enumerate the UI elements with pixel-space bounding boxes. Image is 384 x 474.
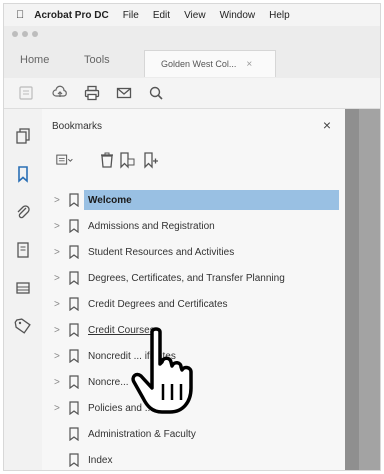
bookmark-label: Administration & Faculty xyxy=(88,428,196,440)
bookmark-item[interactable]: > Student Resources and Activities xyxy=(42,241,345,263)
hand-pointer-cursor-icon xyxy=(131,327,193,414)
tab-document-label: Golden West Col... xyxy=(161,59,237,69)
bookmark-item-icon xyxy=(69,219,79,233)
pages-icon[interactable] xyxy=(14,127,32,145)
menu-app-name[interactable]: Acrobat Pro DC xyxy=(34,10,108,21)
bookmark-item-icon xyxy=(69,427,79,441)
menu-window[interactable]: Window xyxy=(220,10,256,21)
tab-bar: Home Tools Golden West Col... × xyxy=(4,42,380,79)
tab-tools[interactable]: Tools xyxy=(84,54,110,66)
tab-home[interactable]: Home xyxy=(20,54,49,66)
expand-chevron-icon[interactable]: > xyxy=(54,247,60,258)
search-icon[interactable] xyxy=(148,85,164,101)
expand-chevron-icon[interactable]: > xyxy=(54,195,60,206)
bookmark-tools xyxy=(56,151,345,171)
document-page xyxy=(359,109,380,470)
bookmark-item[interactable]: > Credit Degrees and Certificates xyxy=(42,293,345,315)
email-icon[interactable] xyxy=(116,85,132,101)
menu-edit[interactable]: Edit xyxy=(153,10,170,21)
expand-bookmark-icon[interactable] xyxy=(142,151,160,169)
menu-view[interactable]: View xyxy=(184,10,206,21)
delete-icon[interactable] xyxy=(98,151,116,169)
bookmark-icon[interactable] xyxy=(14,165,32,183)
layers-icon[interactable] xyxy=(14,279,32,297)
bookmark-item-icon xyxy=(69,193,79,207)
toolbar xyxy=(4,78,380,109)
bookmark-item-icon xyxy=(69,349,79,363)
bookmark-item[interactable]: > Degrees, Certificates, and Transfer Pl… xyxy=(42,267,345,289)
window-titlebar xyxy=(4,26,380,43)
left-rail xyxy=(4,109,43,470)
minimize-window-button[interactable] xyxy=(22,31,28,37)
bookmark-label: Degrees, Certificates, and Transfer Plan… xyxy=(88,272,285,284)
expand-chevron-icon[interactable]: > xyxy=(54,273,60,284)
bookmark-item-icon xyxy=(69,323,79,337)
close-icon[interactable]: × xyxy=(323,117,331,133)
print-icon[interactable] xyxy=(84,85,100,101)
expand-chevron-icon[interactable]: > xyxy=(54,221,60,232)
menubar:  Acrobat Pro DC File Edit View Window H… xyxy=(4,4,380,26)
panel-title: Bookmarks xyxy=(52,121,103,132)
menu-file[interactable]: File xyxy=(123,10,139,21)
upload-icon[interactable] xyxy=(52,85,68,101)
bookmark-item-icon xyxy=(69,271,79,285)
bookmark-label: Welcome xyxy=(88,194,132,206)
expand-chevron-icon[interactable]: > xyxy=(54,299,60,310)
apple-icon[interactable]:  xyxy=(16,9,24,21)
expand-chevron-icon[interactable]: > xyxy=(54,325,60,336)
bookmark-label: Admissions and Registration xyxy=(88,220,215,232)
bookmark-item[interactable]: > Admissions and Registration xyxy=(42,215,345,237)
bookmark-item[interactable]: > Welcome xyxy=(42,189,345,211)
copy-icon[interactable] xyxy=(14,241,32,259)
expand-chevron-icon[interactable]: > xyxy=(54,403,60,414)
document-area[interactable] xyxy=(345,109,380,470)
menu-help[interactable]: Help xyxy=(269,10,290,21)
bookmark-item[interactable]: Administration & Faculty xyxy=(42,423,345,445)
zoom-window-button[interactable] xyxy=(32,31,38,37)
acrobat-window:  Acrobat Pro DC File Edit View Window H… xyxy=(3,3,381,471)
bookmark-item-icon xyxy=(69,375,79,389)
expand-chevron-icon[interactable]: > xyxy=(54,351,60,362)
bookmark-item-icon xyxy=(69,401,79,415)
tab-close-icon[interactable]: × xyxy=(246,59,252,70)
expand-chevron-icon[interactable]: > xyxy=(54,377,60,388)
tab-document[interactable]: Golden West Col... × xyxy=(144,50,276,77)
bookmark-label: Credit Degrees and Certificates xyxy=(88,298,228,310)
bookmark-label: Noncre... xyxy=(88,376,129,388)
new-bookmark-icon[interactable] xyxy=(118,151,136,169)
bookmark-item[interactable]: Index xyxy=(42,449,345,470)
close-window-button[interactable] xyxy=(12,31,18,37)
bookmark-label: Index xyxy=(88,454,113,466)
tag-icon[interactable] xyxy=(14,317,32,335)
create-pdf-icon[interactable] xyxy=(18,85,34,101)
options-menu-icon[interactable] xyxy=(56,151,74,169)
bookmark-item-icon xyxy=(69,453,79,467)
bookmark-item-icon xyxy=(69,297,79,311)
bookmark-item-icon xyxy=(69,245,79,259)
bookmark-label: Student Resources and Activities xyxy=(88,246,235,258)
attachments-icon[interactable] xyxy=(14,203,32,221)
